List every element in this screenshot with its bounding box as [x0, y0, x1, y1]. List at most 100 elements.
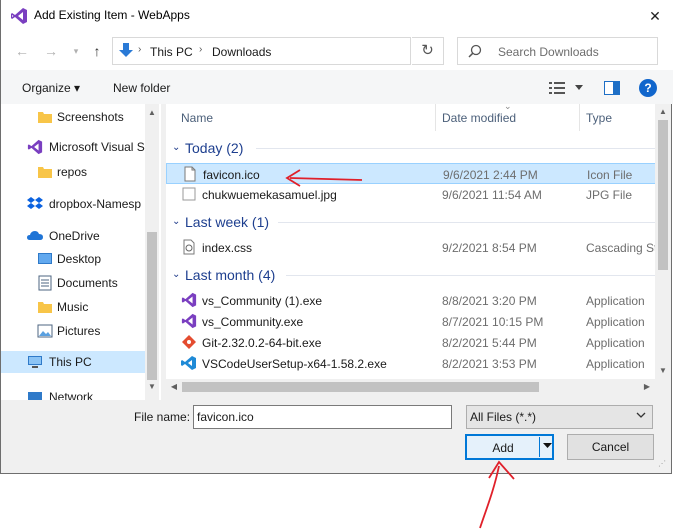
- file-list-vertical-scrollbar[interactable]: ▲ ▼: [655, 104, 671, 379]
- close-button[interactable]: ✕: [645, 6, 665, 26]
- folder-icon: [38, 167, 52, 178]
- recent-locations-chevron-icon[interactable]: ▾: [67, 42, 85, 60]
- file-type-select[interactable]: All Files (*.*): [466, 405, 653, 429]
- address-bar[interactable]: › This PC › Downloads: [112, 37, 507, 65]
- visual-studio-icon: [181, 313, 197, 329]
- vertical-scrollbar-thumb[interactable]: [658, 120, 668, 270]
- scroll-up-icon[interactable]: ▲: [655, 104, 671, 120]
- file-list-horizontal-scrollbar[interactable]: ◀ ▶: [166, 379, 655, 395]
- refresh-icon[interactable]: ↻: [412, 37, 444, 65]
- scroll-left-icon[interactable]: ◀: [166, 379, 182, 395]
- group-divider: [278, 222, 656, 223]
- group-divider: [256, 148, 656, 149]
- network-icon: [28, 392, 42, 400]
- up-arrow-icon[interactable]: ↑: [88, 42, 106, 60]
- organize-button[interactable]: Organize ▾: [22, 81, 80, 95]
- back-arrow-icon[interactable]: ←: [13, 42, 31, 60]
- search-icon: [468, 44, 482, 58]
- nav-item-dropbox[interactable]: dropbox-Namesp: [1, 193, 145, 215]
- nav-item-network[interactable]: Network: [1, 386, 145, 400]
- image-file-icon: [182, 187, 196, 201]
- collapse-chevron-icon[interactable]: ⌄: [172, 216, 180, 227]
- nav-item-microsoft-visual-studio[interactable]: Microsoft Visual S: [1, 136, 145, 158]
- file-row-favicon[interactable]: favicon.ico 9/6/2021 2:44 PM Icon File: [166, 163, 656, 184]
- file-name-label: File name:: [134, 410, 191, 424]
- nav-item-desktop[interactable]: Desktop: [1, 248, 145, 270]
- breadcrumb-separator: ›: [199, 44, 203, 55]
- nav-item-repos[interactable]: repos: [1, 161, 145, 183]
- new-folder-button[interactable]: New folder: [113, 81, 170, 95]
- resize-grip-icon[interactable]: ⋰: [658, 459, 666, 468]
- file-name-input[interactable]: favicon.ico: [193, 405, 452, 429]
- navigation-pane: Screenshots Microsoft Visual S repos dro…: [1, 104, 161, 400]
- file-row-index-css[interactable]: index.css 9/2/2021 8:54 PM Cascading St: [166, 237, 656, 258]
- nav-item-onedrive[interactable]: OneDrive: [1, 225, 145, 247]
- breadcrumb-this-pc[interactable]: This PC: [150, 45, 193, 59]
- sort-chevron-icon: ⌄: [504, 104, 512, 111]
- split-divider: [539, 437, 540, 457]
- add-button-label: Add: [492, 441, 514, 455]
- collapse-chevron-icon[interactable]: ⌄: [172, 142, 180, 153]
- file-row-vs-community-1[interactable]: vs_Community (1).exe 8/8/2021 3:20 PM Ap…: [166, 290, 656, 311]
- views-dropdown-icon[interactable]: [575, 85, 583, 90]
- css-file-icon: [183, 239, 195, 255]
- window-title: Add Existing Item - WebApps: [34, 8, 190, 22]
- breadcrumb-separator: ›: [138, 44, 142, 55]
- visual-studio-icon: [11, 8, 27, 24]
- file-type-value: All Files (*.*): [470, 410, 537, 424]
- documents-icon: [38, 275, 52, 291]
- vscode-icon: [181, 356, 196, 370]
- collapse-chevron-icon[interactable]: ⌄: [172, 269, 180, 280]
- file-row-vscode-setup[interactable]: VSCodeUserSetup-x64-1.58.2.exe 8/2/2021 …: [166, 353, 656, 374]
- downloads-folder-icon: [119, 43, 133, 57]
- view-options-icon[interactable]: [549, 82, 565, 94]
- dropbox-icon: [27, 197, 43, 209]
- breadcrumb-downloads[interactable]: Downloads: [212, 45, 271, 59]
- scrollbar-corner: [655, 379, 671, 395]
- help-icon[interactable]: ?: [639, 79, 657, 97]
- scroll-right-icon[interactable]: ▶: [639, 379, 655, 395]
- group-divider: [286, 275, 656, 276]
- chevron-down-icon: [636, 412, 646, 418]
- scroll-down-icon[interactable]: ▼: [655, 363, 671, 379]
- folder-icon: [38, 112, 52, 123]
- desktop-icon: [38, 253, 52, 264]
- address-row: ← → ▾ ↑ › This PC › Downloads ↻ Search D…: [1, 32, 673, 70]
- scroll-up-icon[interactable]: ▲: [145, 106, 159, 120]
- add-existing-item-dialog: Add Existing Item - WebApps ✕ ← → ▾ ↑ › …: [0, 0, 673, 474]
- git-icon: [182, 335, 196, 349]
- nav-item-music[interactable]: Music: [1, 296, 145, 318]
- nav-item-pictures[interactable]: Pictures: [1, 320, 145, 342]
- pictures-icon: [37, 324, 53, 338]
- command-bar: Organize ▾ New folder ?: [1, 70, 673, 104]
- cancel-button[interactable]: Cancel: [567, 434, 654, 460]
- file-row-chukwuemekasamuel[interactable]: chukwuemekasamuel.jpg 9/6/2021 11:54 AM …: [166, 184, 656, 205]
- this-pc-icon: [28, 356, 42, 368]
- nav-item-screenshots[interactable]: Screenshots: [1, 106, 145, 128]
- search-placeholder: Search Downloads: [498, 45, 599, 59]
- group-header-today[interactable]: ⌄ Today (2): [166, 137, 656, 159]
- group-header-last-week[interactable]: ⌄ Last week (1): [166, 211, 656, 233]
- visual-studio-icon: [27, 139, 43, 155]
- add-options-dropdown-icon[interactable]: [543, 443, 552, 449]
- nav-item-this-pc[interactable]: This PC: [1, 351, 145, 373]
- column-header-name[interactable]: Name: [166, 104, 436, 131]
- nav-scrollbar[interactable]: ▲ ▼: [145, 104, 159, 400]
- forward-arrow-icon[interactable]: →: [42, 42, 60, 60]
- preview-pane-icon[interactable]: [604, 81, 620, 95]
- title-bar: Add Existing Item - WebApps ✕: [1, 0, 673, 32]
- file-row-vs-community[interactable]: vs_Community.exe 8/7/2021 10:15 PM Appli…: [166, 311, 656, 332]
- search-input[interactable]: Search Downloads: [457, 37, 658, 65]
- file-row-git-installer[interactable]: Git-2.32.0.2-64-bit.exe 8/2/2021 5:44 PM…: [166, 332, 656, 353]
- file-name-value: favicon.ico: [197, 410, 254, 424]
- visual-studio-icon: [181, 292, 197, 308]
- horizontal-scrollbar-thumb[interactable]: [182, 382, 539, 392]
- add-button[interactable]: Add: [465, 434, 554, 460]
- file-list: Name Date modified ⌄ Type ⌄ Today (2) fa…: [166, 104, 656, 379]
- scroll-down-icon[interactable]: ▼: [145, 380, 159, 394]
- group-header-last-month[interactable]: ⌄ Last month (4): [166, 264, 656, 286]
- column-header-type[interactable]: Type: [571, 104, 656, 131]
- nav-scrollbar-thumb[interactable]: [147, 232, 157, 380]
- onedrive-icon: [27, 231, 43, 240]
- nav-item-documents[interactable]: Documents: [1, 272, 145, 294]
